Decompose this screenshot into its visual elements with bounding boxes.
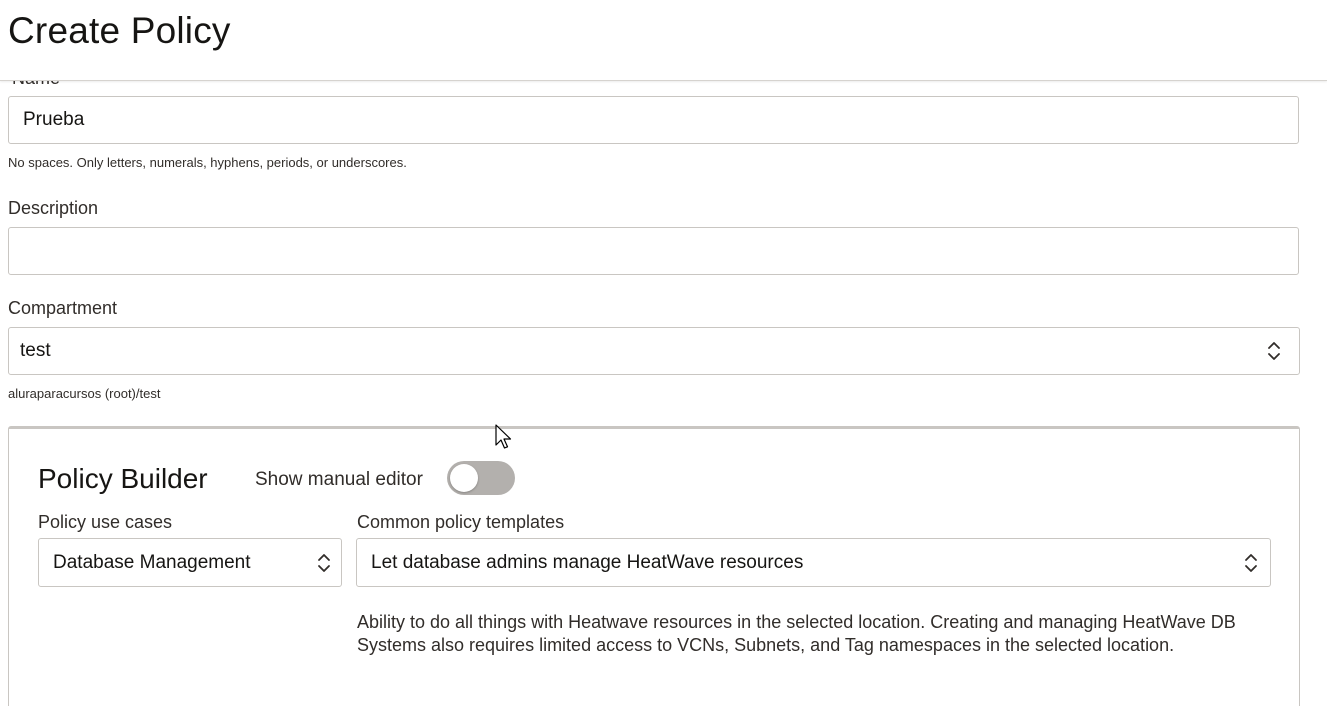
common-policy-templates-select[interactable]: Let database admins manage HeatWave reso… (356, 538, 1271, 587)
manual-editor-toggle-label: Show manual editor (255, 469, 423, 490)
common-policy-templates-value: Let database admins manage HeatWave reso… (371, 551, 804, 573)
page-title: Create Policy (8, 10, 231, 51)
name-helper-text: No spaces. Only letters, numerals, hyphe… (8, 155, 407, 170)
policy-builder-title: Policy Builder (38, 463, 208, 494)
manual-editor-toggle[interactable] (447, 461, 515, 495)
page-header: Create Policy (0, 0, 1327, 81)
mouse-pointer-icon (495, 424, 512, 449)
common-policy-templates-label: Common policy templates (357, 512, 565, 532)
policy-use-cases-label: Policy use cases (38, 512, 173, 532)
chevron-up-down-icon (318, 553, 330, 572)
policy-builder-panel: Policy Builder Show manual editor Policy… (8, 426, 1300, 706)
create-policy-page: Create Policy Name No spaces. Only lette… (0, 0, 1327, 706)
name-input[interactable] (8, 96, 1299, 144)
chevron-up-down-icon (1268, 342, 1280, 360)
compartment-select-value: test (20, 340, 51, 361)
toggle-knob (450, 464, 478, 492)
compartment-select[interactable]: test (8, 327, 1300, 375)
template-description: Ability to do all things with Heatwave r… (357, 612, 1236, 655)
policy-use-cases-select[interactable]: Database Management (38, 538, 342, 587)
description-label: Description (8, 198, 99, 218)
chevron-up-down-icon (1245, 553, 1257, 572)
policy-use-cases-value: Database Management (53, 551, 251, 573)
compartment-path: aluraparacursos (root)/test (8, 386, 161, 401)
compartment-label: Compartment (8, 298, 118, 318)
description-input[interactable] (8, 227, 1299, 275)
